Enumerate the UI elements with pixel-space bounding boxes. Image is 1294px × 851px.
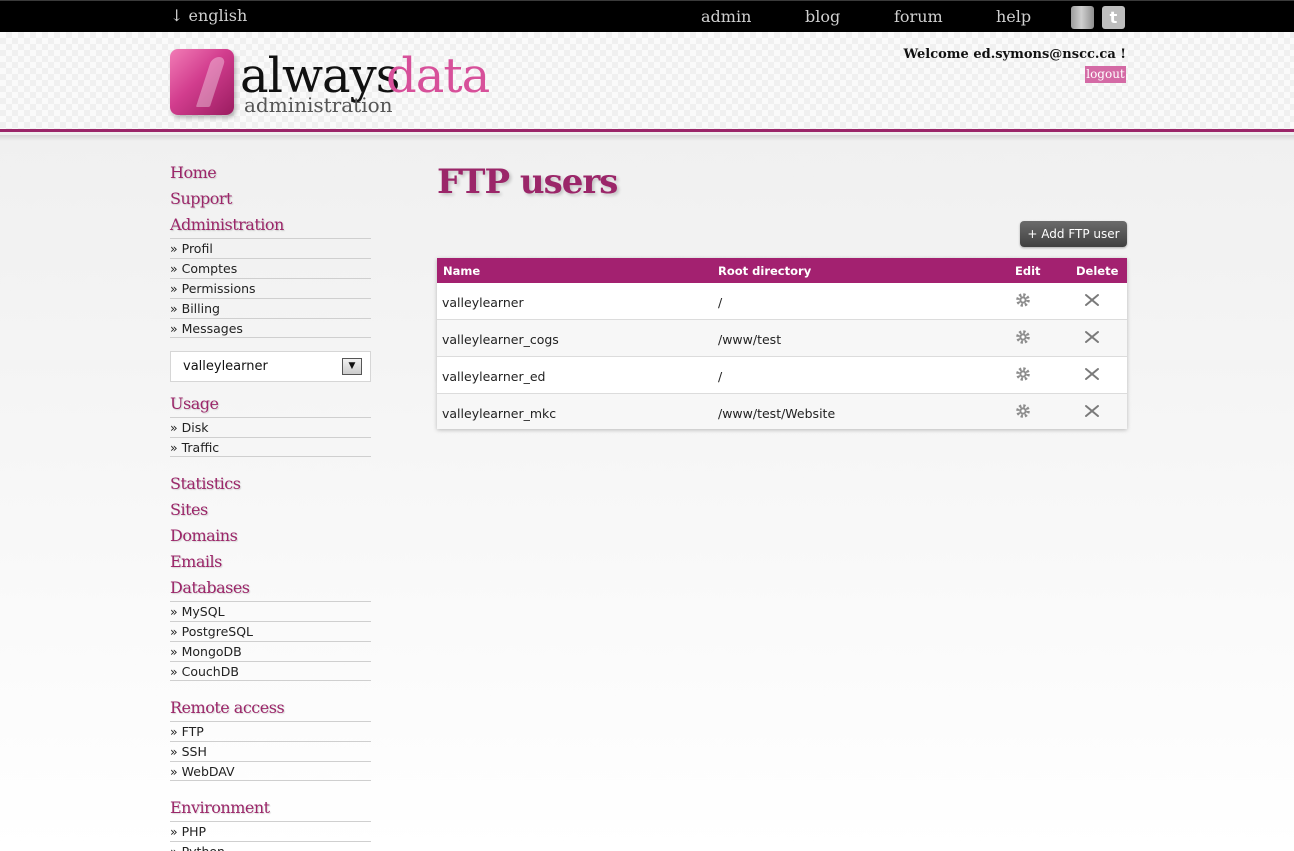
- book-icon[interactable]: [1071, 6, 1094, 29]
- logo-text-data[interactable]: data: [386, 48, 490, 104]
- delete-icon[interactable]: [1084, 403, 1100, 419]
- ftp-root-directory: /: [718, 369, 723, 384]
- ftp-user-name: valleylearner_mkc: [442, 406, 557, 421]
- sidebar-support[interactable]: Support: [170, 186, 371, 212]
- logo-subtitle: administration: [244, 93, 393, 117]
- chevron-down-icon[interactable]: ▼: [342, 358, 362, 375]
- site-header: always data administration Welcome ed.sy…: [0, 32, 1294, 132]
- nav-blog[interactable]: blog: [805, 7, 840, 26]
- delete-icon[interactable]: [1084, 292, 1100, 308]
- sidebar-usage[interactable]: Usage: [170, 391, 371, 417]
- add-ftp-user-button[interactable]: + Add FTP user: [1020, 221, 1127, 247]
- language-selector[interactable]: ↓ english: [170, 6, 247, 25]
- sidebar-emails[interactable]: Emails: [170, 549, 371, 575]
- delete-icon[interactable]: [1084, 366, 1100, 382]
- sidebar-databases[interactable]: Databases: [170, 575, 371, 601]
- sidebar-item-profil[interactable]: » Profil: [170, 238, 371, 258]
- account-select[interactable]: valleylearner ▼: [170, 351, 371, 382]
- sidebar-item-php[interactable]: » PHP: [170, 821, 371, 841]
- column-header-root[interactable]: Root directory: [718, 264, 811, 278]
- sidebar-item-ftp[interactable]: » FTP: [170, 721, 371, 741]
- nav-forum[interactable]: forum: [894, 7, 943, 26]
- table-row: valleylearner_mkc /www/test/Website: [437, 394, 1127, 429]
- ftp-root-directory: /www/test/Website: [718, 406, 836, 421]
- sidebar-remote-access[interactable]: Remote access: [170, 695, 371, 721]
- gear-icon[interactable]: [1015, 403, 1031, 419]
- sidebar: Home Support Administration » Profil » C…: [170, 160, 371, 851]
- sidebar-item-mysql[interactable]: » MySQL: [170, 601, 371, 621]
- ftp-user-name: valleylearner_cogs: [442, 332, 559, 347]
- table-body: valleylearner / valleylearner_cogs /www/…: [437, 283, 1127, 429]
- twitter-icon[interactable]: t: [1102, 6, 1125, 29]
- logout-button[interactable]: logout: [1085, 66, 1126, 83]
- delete-icon[interactable]: [1084, 329, 1100, 345]
- nav-admin[interactable]: admin: [701, 7, 751, 26]
- sidebar-item-messages[interactable]: » Messages: [170, 318, 371, 338]
- gear-icon[interactable]: [1015, 329, 1031, 345]
- sidebar-item-permissions[interactable]: » Permissions: [170, 278, 371, 298]
- column-header-delete: Delete: [1076, 264, 1119, 278]
- sidebar-domains[interactable]: Domains: [170, 523, 371, 549]
- sidebar-item-billing[interactable]: » Billing: [170, 298, 371, 318]
- sidebar-administration[interactable]: Administration: [170, 212, 371, 238]
- table-row: valleylearner_cogs /www/test: [437, 320, 1127, 357]
- header-shadow: [0, 135, 1294, 141]
- ftp-user-name: valleylearner_ed: [442, 369, 546, 384]
- ftp-users-table: Name Root directory Edit Delete valleyle…: [437, 258, 1127, 429]
- sidebar-item-comptes[interactable]: » Comptes: [170, 258, 371, 278]
- sidebar-item-webdav[interactable]: » WebDAV: [170, 761, 371, 781]
- sidebar-item-ssh[interactable]: » SSH: [170, 741, 371, 761]
- sidebar-item-traffic[interactable]: » Traffic: [170, 437, 371, 457]
- sidebar-item-couchdb[interactable]: » CouchDB: [170, 661, 371, 681]
- table-row: valleylearner_ed /: [437, 357, 1127, 394]
- logo-icon[interactable]: [170, 49, 234, 115]
- sidebar-environment[interactable]: Environment: [170, 795, 371, 821]
- page-title: FTP users: [437, 162, 618, 202]
- sidebar-sites[interactable]: Sites: [170, 497, 371, 523]
- ftp-user-name: valleylearner: [442, 295, 524, 310]
- sidebar-home[interactable]: Home: [170, 160, 371, 186]
- ftp-root-directory: /www/test: [718, 332, 782, 347]
- table-row: valleylearner /: [437, 283, 1127, 320]
- account-select-value: valleylearner: [183, 359, 268, 374]
- sidebar-item-disk[interactable]: » Disk: [170, 417, 371, 437]
- nav-help[interactable]: help: [996, 7, 1031, 26]
- sidebar-statistics[interactable]: Statistics: [170, 471, 371, 497]
- welcome-message: Welcome ed.symons@nscc.ca !: [903, 47, 1126, 62]
- sidebar-item-mongodb[interactable]: » MongoDB: [170, 641, 371, 661]
- top-bar: ↓ english admin blog forum help t: [0, 0, 1294, 32]
- gear-icon[interactable]: [1015, 366, 1031, 382]
- table-header: Name Root directory Edit Delete: [437, 258, 1127, 283]
- gear-icon[interactable]: [1015, 292, 1031, 308]
- column-header-name[interactable]: Name: [443, 264, 480, 278]
- sidebar-item-postgresql[interactable]: » PostgreSQL: [170, 621, 371, 641]
- sidebar-item-python[interactable]: » Python: [170, 841, 371, 851]
- column-header-edit: Edit: [1015, 264, 1041, 278]
- ftp-root-directory: /: [718, 295, 723, 310]
